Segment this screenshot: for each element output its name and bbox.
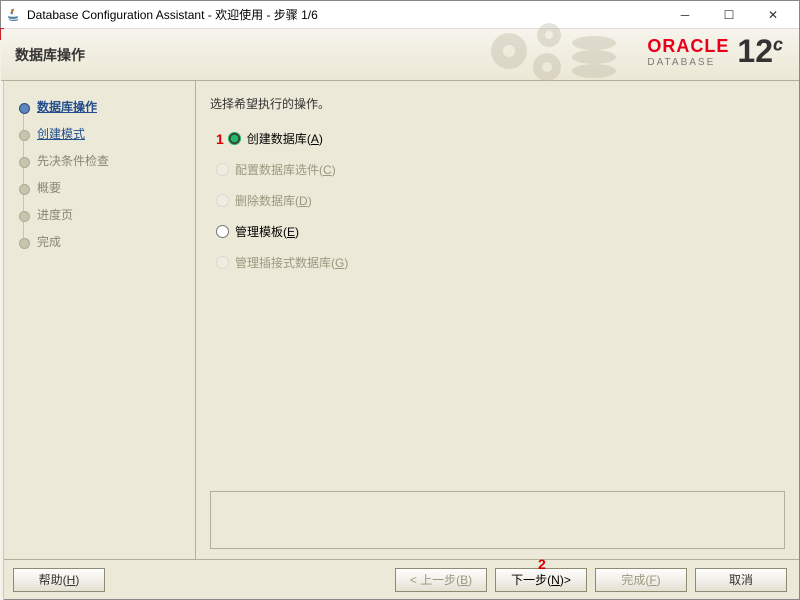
minimize-button[interactable]: ─ [663,2,707,28]
oracle-brand: ORACLE DATABASE 12c [647,33,783,70]
radio-delete-database [216,194,229,207]
step-database-operation[interactable]: 数据库操作 [19,93,187,120]
close-button[interactable]: ✕ [751,2,795,28]
oracle-logo-text: ORACLE [647,36,729,57]
dbca-window: Database Configuration Assistant - 欢迎使用 … [0,0,800,600]
operation-options: 1 创建数据库(A) 配置数据库选件(C) 删除数据库(D) 管理模板(E) [210,130,785,271]
finish-button: 完成(F) [595,568,687,592]
option-label: 删除数据库(D) [235,192,312,209]
option-delete-database: 删除数据库(D) [216,192,785,209]
background-window-stub [0,28,4,600]
detail-text-area [210,491,785,549]
oracle-sub-text: DATABASE [647,57,729,68]
header-band: 数据库操作 ORACLE DATABASE 12c [1,29,799,81]
radio-manage-pluggable [216,256,229,269]
step-prereq-check: 先决条件检查 [19,147,187,174]
window-controls: ─ ☐ ✕ [663,2,795,28]
gears-decor [479,23,629,86]
option-label: 创建数据库(A) [247,130,323,147]
radio-create-database[interactable] [228,132,241,145]
wizard-sidebar: 数据库操作 创建模式 先决条件检查 概要 进度页 完成 [1,81,196,559]
option-manage-templates[interactable]: 管理模板(E) [216,223,785,240]
next-button[interactable]: 2 下一步(N) > [495,568,587,592]
main-panel: 选择希望执行的操作。 1 创建数据库(A) 配置数据库选件(C) 删除数据库(D… [196,81,799,559]
page-title: 数据库操作 [15,45,85,65]
option-label: 管理模板(E) [235,223,299,240]
wizard-footer: 帮助(H) < 上一步(B) 2 下一步(N) > 完成(F) 取消 [1,559,799,599]
option-manage-pluggable: 管理插接式数据库(G) [216,254,785,271]
annotation-2: 2 [538,556,546,572]
step-summary: 概要 [19,174,187,201]
maximize-button[interactable]: ☐ [707,2,751,28]
radio-configure-options [216,163,229,176]
help-button[interactable]: 帮助(H) [13,568,105,592]
option-create-database[interactable]: 1 创建数据库(A) [216,130,785,147]
titlebar: Database Configuration Assistant - 欢迎使用 … [1,1,799,29]
step-finish: 完成 [19,228,187,255]
radio-manage-templates[interactable] [216,225,229,238]
step-creation-mode[interactable]: 创建模式 [19,120,187,147]
step-progress: 进度页 [19,201,187,228]
option-label: 管理插接式数据库(G) [235,254,348,271]
body-area: 数据库操作 创建模式 先决条件检查 概要 进度页 完成 选择希望执行的操作。 1… [1,81,799,559]
back-button: < 上一步(B) [395,568,487,592]
option-configure-options: 配置数据库选件(C) [216,161,785,178]
annotation-1: 1 [216,131,224,147]
instruction-text: 选择希望执行的操作。 [210,95,785,112]
java-icon [5,7,21,23]
option-label: 配置数据库选件(C) [235,161,336,178]
step-list: 数据库操作 创建模式 先决条件检查 概要 进度页 完成 [19,93,187,255]
window-title: Database Configuration Assistant - 欢迎使用 … [27,6,663,23]
oracle-version: 12c [737,33,783,70]
cancel-button[interactable]: 取消 [695,568,787,592]
